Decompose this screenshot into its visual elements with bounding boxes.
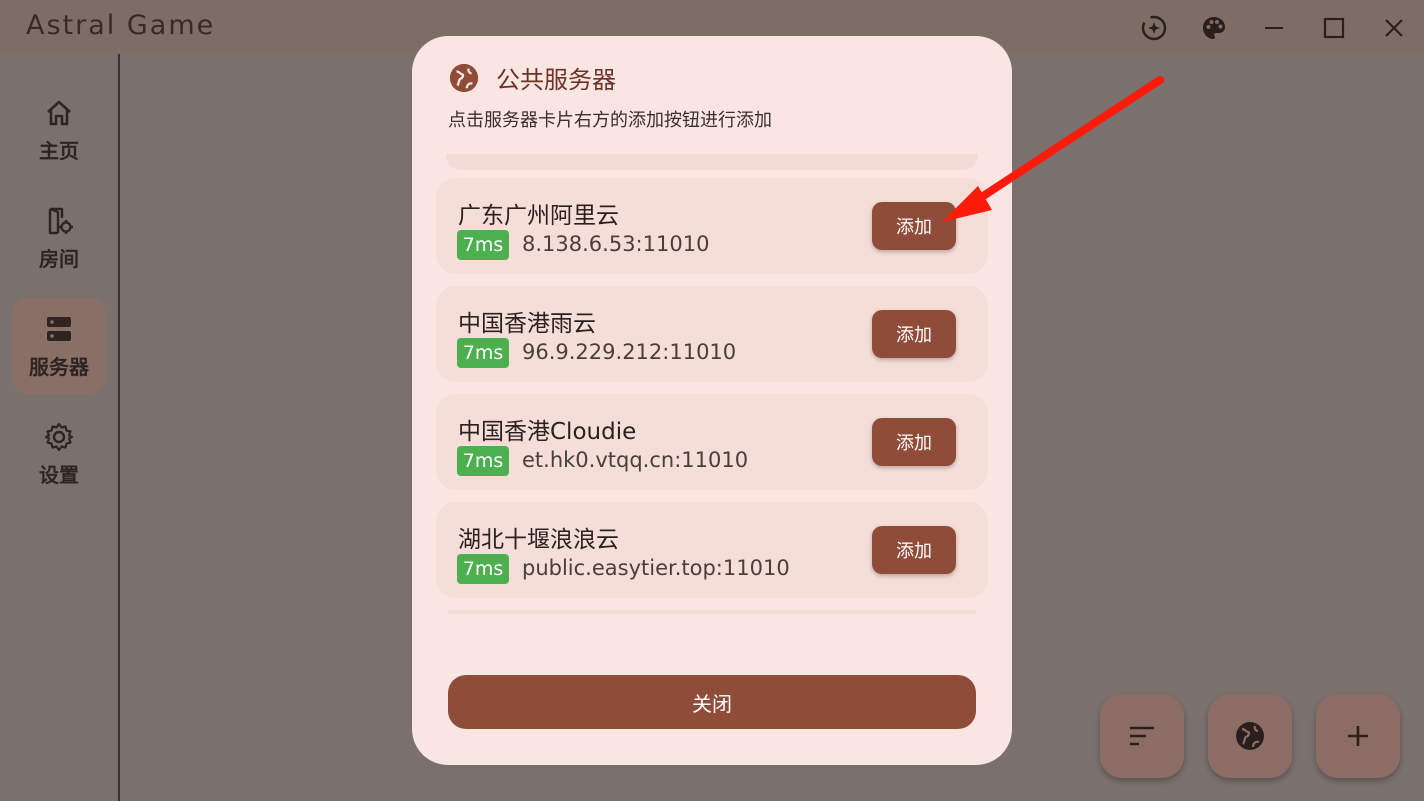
server-card[interactable]: 湖北十堰浪浪云 7ms public.easytier.top:11010 添加 <box>436 502 988 598</box>
latency-badge: 7ms <box>457 446 509 476</box>
sidebar-item-home[interactable]: 主页 <box>12 82 106 178</box>
add-button[interactable]: 添加 <box>872 418 956 466</box>
room-settings-icon <box>48 207 73 234</box>
latency-badge: 7ms <box>457 338 509 368</box>
sidebar-item-label: 设置 <box>39 462 79 487</box>
server-name: 广东广州阿里云 <box>458 203 619 229</box>
latency-badge: 7ms <box>457 554 509 584</box>
list-item-partial <box>446 154 978 170</box>
sidebar-item-label: 房间 <box>39 246 79 271</box>
sidebar-item-settings[interactable]: 设置 <box>12 406 106 502</box>
sort-button[interactable] <box>1100 694 1184 778</box>
minimize-icon[interactable] <box>1256 10 1292 46</box>
server-name: 中国香港雨云 <box>458 311 596 337</box>
server-name: 中国香港Cloudie <box>458 419 637 445</box>
public-servers-button[interactable] <box>1208 694 1292 778</box>
server-icon <box>47 316 71 341</box>
globe-icon <box>1236 722 1264 750</box>
sidebar-item-room[interactable]: 房间 <box>12 190 106 286</box>
dialog-title: 公共服务器 <box>496 66 616 94</box>
close-icon[interactable] <box>1376 10 1412 46</box>
globe-icon <box>449 63 479 92</box>
app-title: Astral Game <box>26 10 216 41</box>
maximize-icon[interactable] <box>1316 10 1352 46</box>
theme-mode-icon[interactable] <box>1136 10 1172 46</box>
close-button[interactable]: 关闭 <box>448 675 976 729</box>
palette-icon[interactable] <box>1196 10 1232 46</box>
dialog-header: 公共服务器 <box>448 60 616 95</box>
latency-badge: 7ms <box>457 230 509 260</box>
public-servers-dialog: 公共服务器 点击服务器卡片右方的添加按钮进行添加 广东广州阿里云 7ms 8.1… <box>412 36 1012 765</box>
server-card[interactable]: 中国香港雨云 7ms 96.9.229.212:11010 添加 <box>436 286 988 382</box>
plus-icon <box>1348 726 1368 746</box>
sort-icon <box>1130 726 1154 746</box>
dialog-subtitle: 点击服务器卡片右方的添加按钮进行添加 <box>448 110 772 131</box>
server-list[interactable]: 广东广州阿里云 7ms 8.138.6.53:11010 添加 中国香港雨云 7… <box>436 154 988 614</box>
list-item-partial <box>446 610 978 614</box>
add-button[interactable]: 添加 <box>872 202 956 250</box>
add-server-button[interactable] <box>1316 694 1400 778</box>
sidebar: 主页 房间 服务器 设置 <box>0 54 120 801</box>
server-card[interactable]: 中国香港Cloudie 7ms et.hk0.vtqq.cn:11010 添加 <box>436 394 988 490</box>
server-address: 8.138.6.53:11010 <box>522 232 710 256</box>
server-address: 96.9.229.212:11010 <box>522 340 737 364</box>
sidebar-item-server[interactable]: 服务器 <box>12 298 106 394</box>
add-button[interactable]: 添加 <box>872 526 956 574</box>
server-address: et.hk0.vtqq.cn:11010 <box>522 448 749 472</box>
sidebar-item-label: 主页 <box>39 138 79 163</box>
gear-icon <box>44 422 74 451</box>
server-name: 湖北十堰浪浪云 <box>458 527 619 553</box>
home-icon <box>47 100 71 125</box>
server-card[interactable]: 广东广州阿里云 7ms 8.138.6.53:11010 添加 <box>436 178 988 274</box>
server-address: public.easytier.top:11010 <box>522 556 790 580</box>
add-button[interactable]: 添加 <box>872 310 956 358</box>
sidebar-item-label: 服务器 <box>29 354 89 379</box>
